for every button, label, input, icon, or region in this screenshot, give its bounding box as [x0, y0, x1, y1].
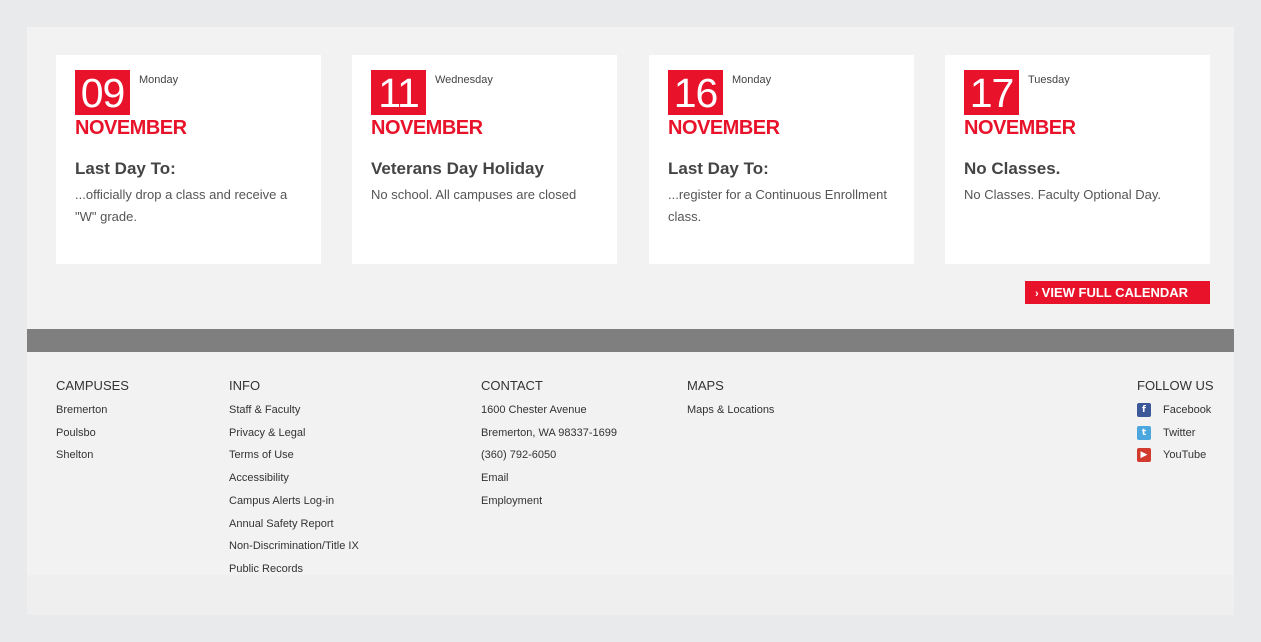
- facebook-label: Facebook: [1163, 404, 1212, 417]
- contact-phone: (360) 792-6050: [481, 449, 557, 462]
- event-title: Last Day To:: [668, 159, 769, 178]
- chevron-right-icon: ›: [1035, 288, 1039, 300]
- view-full-calendar-button[interactable]: › VIEW FULL CALENDAR: [1025, 281, 1210, 304]
- footer-contact: CONTACT 1600 Chester Avenue Bremerton, W…: [481, 378, 617, 513]
- event-description: ...register for a Continuous Enrollment …: [668, 187, 887, 224]
- info-link[interactable]: Terms of Use: [229, 444, 359, 467]
- view-full-calendar-label: VIEW FULL CALENDAR: [1041, 285, 1189, 300]
- event-month: NOVEMBER: [668, 117, 780, 139]
- info-link[interactable]: Accessibility: [229, 467, 359, 490]
- event-weekday: Wednesday: [435, 74, 493, 86]
- event-description: No school. All campuses are closed: [371, 187, 577, 202]
- contact-heading: CONTACT: [481, 378, 543, 393]
- twitter-label: Twitter: [1163, 426, 1196, 439]
- follow-heading: FOLLOW US: [1137, 378, 1214, 393]
- event-day: 16: [668, 70, 723, 116]
- footer-follow: FOLLOW US f Facebook t Twitter ▶ YouTube: [1137, 378, 1214, 467]
- info-link[interactable]: Non-Discrimination/Title IX: [229, 535, 359, 558]
- footer-campuses: CAMPUSES Bremerton Poulsbo Shelton: [56, 378, 129, 467]
- youtube-label: YouTube: [1163, 449, 1207, 462]
- contact-address-line2: Bremerton, WA 98337-1699: [481, 426, 617, 439]
- event-card[interactable]: 17 Tuesday NOVEMBER No Classes. No Class…: [945, 55, 1210, 264]
- footer-maps: MAPS Maps & Locations: [687, 378, 774, 422]
- info-link[interactable]: Privacy & Legal: [229, 422, 359, 445]
- event-title: Veterans Day Holiday: [371, 159, 544, 178]
- footer-info: INFO Staff & Faculty Privacy & Legal Ter…: [229, 378, 359, 581]
- campuses-heading: CAMPUSES: [56, 378, 129, 393]
- facebook-icon: f: [1137, 403, 1151, 418]
- campus-link[interactable]: Bremerton: [56, 399, 129, 422]
- youtube-icon: ▶: [1137, 448, 1151, 463]
- event-cards: 09 Monday NOVEMBER Last Day To: ...offic…: [56, 55, 1211, 264]
- employment-link[interactable]: Employment: [481, 490, 617, 513]
- event-card[interactable]: 16 Monday NOVEMBER Last Day To: ...regis…: [649, 55, 914, 264]
- event-weekday: Monday: [732, 74, 772, 86]
- info-link[interactable]: Campus Alerts Log-in: [229, 490, 359, 513]
- info-link[interactable]: Annual Safety Report: [229, 513, 359, 536]
- contact-address-line1: 1600 Chester Avenue: [481, 404, 587, 416]
- campus-link[interactable]: Shelton: [56, 444, 129, 467]
- event-card[interactable]: 09 Monday NOVEMBER Last Day To: ...offic…: [56, 55, 321, 264]
- event-weekday: Monday: [139, 74, 179, 86]
- twitter-link[interactable]: t Twitter: [1137, 422, 1214, 445]
- event-day: 09: [75, 70, 130, 116]
- event-card[interactable]: 11 Wednesday NOVEMBER Veterans Day Holid…: [352, 55, 617, 264]
- event-description: ...officially drop a class and receive a…: [75, 187, 288, 224]
- campus-link[interactable]: Poulsbo: [56, 422, 129, 445]
- maps-locations-link[interactable]: Maps & Locations: [687, 399, 774, 422]
- event-day: 11: [371, 70, 426, 116]
- footer-bottom-strip: [27, 575, 1234, 615]
- event-description: No Classes. Faculty Optional Day.: [964, 187, 1161, 202]
- info-heading: INFO: [229, 378, 261, 393]
- event-month: NOVEMBER: [371, 117, 483, 139]
- main-panel: 09 Monday NOVEMBER Last Day To: ...offic…: [27, 27, 1234, 615]
- contact-email-link[interactable]: Email: [481, 467, 617, 490]
- twitter-icon: t: [1137, 425, 1151, 440]
- event-weekday: Tuesday: [1028, 74, 1070, 86]
- event-day: 17: [964, 70, 1019, 116]
- info-link[interactable]: Staff & Faculty: [229, 399, 359, 422]
- event-month: NOVEMBER: [75, 117, 187, 139]
- event-title: Last Day To:: [75, 159, 176, 178]
- footer-divider-bar: [27, 329, 1234, 352]
- event-month: NOVEMBER: [964, 117, 1076, 139]
- youtube-link[interactable]: ▶ YouTube: [1137, 444, 1214, 467]
- event-title: No Classes.: [964, 159, 1061, 178]
- maps-heading: MAPS: [687, 378, 724, 393]
- facebook-link[interactable]: f Facebook: [1137, 399, 1214, 422]
